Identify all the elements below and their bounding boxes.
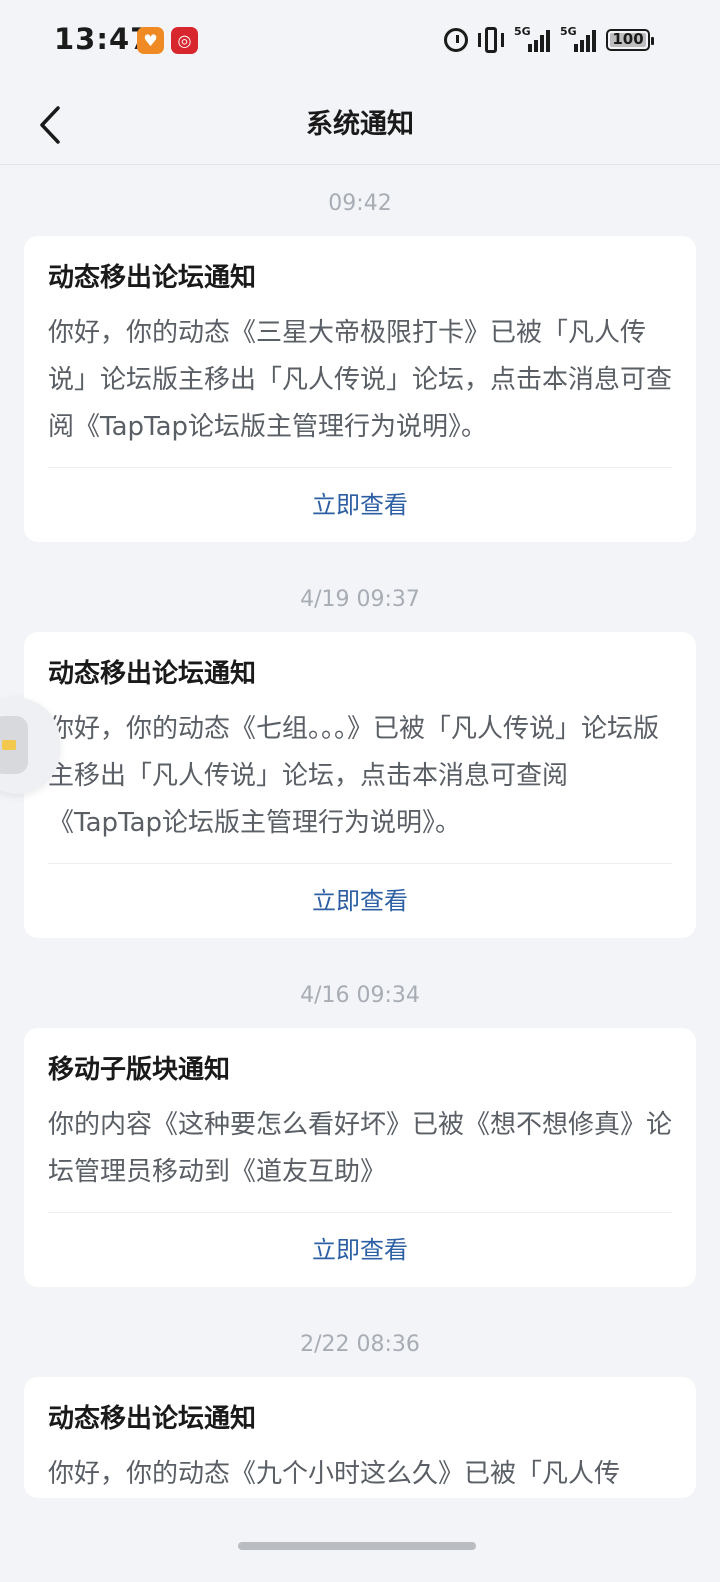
- notification-body: 你好，你的动态《七组。。。》已被「凡人传说」论坛版主移出「凡人传说」论坛，点击本…: [48, 714, 660, 838]
- view-now-button[interactable]: 立即查看: [48, 1213, 672, 1287]
- battery-icon: 100: [606, 29, 654, 51]
- signal-icon: 5G: [560, 26, 598, 54]
- home-indicator[interactable]: [238, 1542, 476, 1550]
- signal-icon: 5G: [514, 26, 552, 54]
- nav-bar: 系统通知: [0, 82, 720, 165]
- network-type-label: 5G: [514, 25, 531, 38]
- notification-list: 09:42 动态移出论坛通知 你好，你的动态《三星大帝极限打卡》已被「凡人传说」…: [0, 164, 720, 1498]
- view-now-button[interactable]: 立即查看: [48, 468, 672, 542]
- view-now-button[interactable]: 立即查看: [48, 864, 672, 938]
- battery-level: 100: [612, 30, 644, 48]
- message-timestamp: 4/16 09:34: [300, 983, 420, 1008]
- message-timestamp: 4/19 09:37: [300, 587, 420, 612]
- notification-card[interactable]: 动态移出论坛通知 你好，你的动态《九个小时这么久》已被「凡人传: [24, 1377, 696, 1498]
- gesture-area: [0, 1524, 720, 1582]
- network-type-label: 5G: [560, 25, 577, 38]
- bank-app-icon: ◎: [171, 27, 198, 54]
- notification-title: 动态移出论坛通知: [48, 263, 257, 293]
- status-bar: 13:47 ♥ ◎ 5G 5G 100: [0, 0, 720, 82]
- widget-icon: [0, 716, 28, 774]
- vibrate-icon: [476, 27, 506, 53]
- notification-card[interactable]: 动态移出论坛通知 你好，你的动态《七组。。。》已被「凡人传说」论坛版主移出「凡人…: [24, 632, 696, 938]
- notification-title: 移动子版块通知: [48, 1055, 231, 1085]
- notification-title: 动态移出论坛通知: [48, 1404, 257, 1434]
- alarm-icon: [444, 28, 468, 52]
- health-app-icon: ♥: [137, 27, 164, 54]
- message-timestamp: 09:42: [328, 191, 392, 216]
- message-timestamp: 2/22 08:36: [300, 1332, 420, 1357]
- notification-body: 你的内容《这种要怎么看好坏》已被《想不想修真》论坛管理员移动到《道友互助》: [48, 1110, 673, 1187]
- page-title: 系统通知: [306, 109, 414, 140]
- status-icons: 5G 5G 100: [444, 25, 654, 55]
- notification-body: 你好，你的动态《九个小时这么久》已被「凡人传: [48, 1459, 621, 1489]
- notification-title: 动态移出论坛通知: [48, 659, 257, 689]
- notification-card[interactable]: 动态移出论坛通知 你好，你的动态《三星大帝极限打卡》已被「凡人传说」论坛版主移出…: [24, 236, 696, 542]
- notification-body: 你好，你的动态《三星大帝极限打卡》已被「凡人传说」论坛版主移出「凡人传说」论坛，…: [48, 318, 673, 442]
- notification-card[interactable]: 移动子版块通知 你的内容《这种要怎么看好坏》已被《想不想修真》论坛管理员移动到《…: [24, 1028, 696, 1287]
